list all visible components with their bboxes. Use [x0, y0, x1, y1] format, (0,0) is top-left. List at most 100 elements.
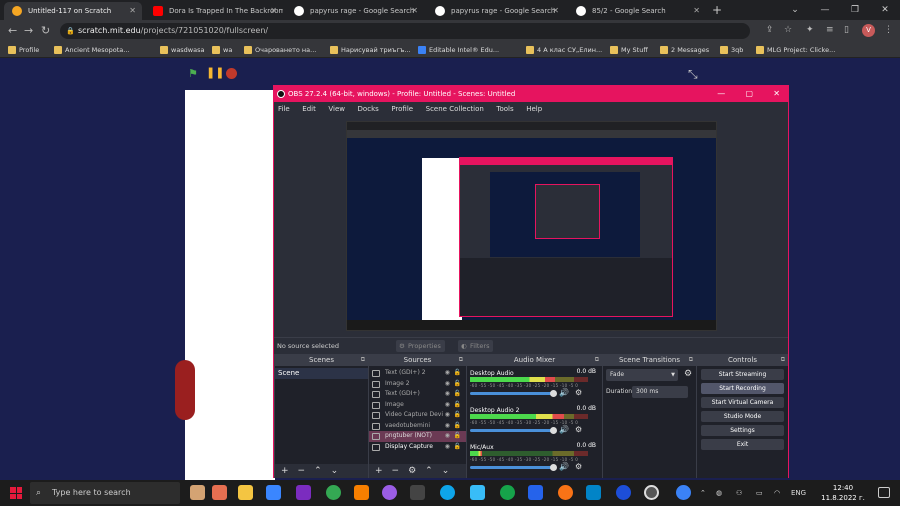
gear-icon[interactable]: ⚙: [575, 425, 582, 434]
undock-icon[interactable]: ⧉: [781, 354, 785, 366]
maximize-icon[interactable]: ▢: [746, 89, 754, 98]
exit-button[interactable]: Exit: [701, 439, 784, 450]
remove-icon[interactable]: −: [298, 466, 306, 476]
move-up-icon[interactable]: ⌃: [425, 466, 433, 476]
lock-icon[interactable]: 🔓: [454, 421, 461, 432]
pinned-app-icon[interactable]: [190, 485, 205, 500]
tab-scratch[interactable]: Untitled-117 on Scratch ✕: [4, 2, 142, 20]
volume-slider[interactable]: [470, 390, 557, 397]
wifi-icon[interactable]: ◠: [774, 480, 780, 506]
gear-icon[interactable]: ⚙: [684, 369, 692, 379]
bookmark-item[interactable]: MLG Project: Clicke...: [756, 42, 835, 58]
bookmark-item[interactable]: Нарисувай триъгъ...: [330, 42, 411, 58]
sidebar-icon[interactable]: ▯: [844, 25, 849, 35]
tray-app-icon[interactable]: ⚇: [736, 480, 742, 506]
pinned-app-icon[interactable]: [500, 485, 515, 500]
stop-icon[interactable]: [226, 68, 237, 79]
internet-explorer-icon[interactable]: [616, 485, 631, 500]
menu-icon[interactable]: ⋮: [884, 25, 893, 35]
address-bar[interactable]: 🔒 scratch.mit.edu/projects/721051020/full…: [60, 23, 750, 39]
menu-help[interactable]: Help: [526, 105, 542, 113]
reload-icon[interactable]: ↻: [41, 24, 50, 37]
eye-icon[interactable]: ◉: [445, 379, 450, 390]
minimize-icon[interactable]: —: [810, 0, 840, 20]
undock-icon[interactable]: ⧉: [595, 354, 599, 366]
start-recording-button[interactable]: Start Recording: [701, 383, 784, 394]
move-up-icon[interactable]: ⌃: [314, 466, 322, 476]
clock[interactable]: 12:40 11.8.2022 г.: [816, 483, 870, 503]
menu-view[interactable]: View: [328, 105, 345, 113]
pinned-app-icon[interactable]: [558, 485, 573, 500]
source-item[interactable]: Text (GDI+) 2 ◉ 🔓: [369, 368, 466, 379]
add-icon[interactable]: +: [281, 466, 289, 476]
close-icon[interactable]: ✕: [129, 2, 136, 20]
source-item[interactable]: Display Capture ◉ 🔓: [369, 442, 466, 453]
obs-preview[interactable]: [346, 121, 717, 331]
obs-taskbar-icon[interactable]: [644, 485, 659, 500]
windows-start-icon[interactable]: [10, 487, 22, 499]
lock-icon[interactable]: 🔓: [454, 400, 461, 411]
filters-button[interactable]: ◐ Filters: [458, 340, 494, 352]
pinned-app-icon[interactable]: [212, 485, 227, 500]
lock-icon[interactable]: 🔓: [454, 379, 461, 390]
bookmark-item[interactable]: Очароването на...: [244, 42, 316, 58]
add-icon[interactable]: +: [375, 466, 383, 476]
bookmark-item[interactable]: Ancient Mesopota...: [54, 42, 129, 58]
undock-icon[interactable]: ⧉: [361, 354, 365, 366]
star-icon[interactable]: ☆: [784, 25, 792, 35]
dropbox-icon[interactable]: [266, 485, 281, 500]
source-item[interactable]: Image ◉ 🔓: [369, 400, 466, 411]
bookmark-item[interactable]: Editable Intel® Edu...: [418, 42, 499, 58]
speaker-icon[interactable]: 🔊: [559, 388, 569, 397]
source-item[interactable]: pngtuber (NOT) ◉ 🔓: [369, 431, 466, 442]
edge-icon[interactable]: [440, 485, 455, 500]
menu-edit[interactable]: Edit: [302, 105, 316, 113]
language-indicator[interactable]: ENG: [791, 480, 806, 506]
eye-icon[interactable]: ◉: [445, 389, 450, 400]
battery-icon[interactable]: ▭: [756, 480, 763, 506]
eye-icon[interactable]: ◉: [445, 431, 450, 442]
volume-slider[interactable]: [470, 427, 557, 434]
bookmark-item[interactable]: Profile: [8, 42, 39, 58]
volume-slider[interactable]: [470, 464, 557, 471]
tab-85-2[interactable]: 85/2 - Google Search ✕: [568, 2, 706, 20]
file-explorer-icon[interactable]: [238, 485, 253, 500]
close-icon[interactable]: ✕: [773, 89, 780, 98]
pinned-app-icon[interactable]: [296, 485, 311, 500]
move-down-icon[interactable]: ⌄: [331, 466, 339, 476]
close-icon[interactable]: ✕: [411, 2, 418, 20]
scene-item[interactable]: Scene: [275, 368, 368, 379]
share-icon[interactable]: ⇪: [766, 25, 774, 35]
bookmark-item[interactable]: wa: [212, 42, 232, 58]
speaker-icon[interactable]: 🔊: [559, 462, 569, 471]
close-icon[interactable]: ✕: [270, 2, 277, 20]
properties-button[interactable]: ⚙ Properties: [396, 340, 445, 352]
settings-button[interactable]: Settings: [701, 425, 784, 436]
pinned-app-icon[interactable]: [410, 485, 425, 500]
minimize-icon[interactable]: —: [717, 89, 725, 98]
bookmark-item[interactable]: 2 Messages: [660, 42, 709, 58]
undock-icon[interactable]: ⧉: [459, 354, 463, 366]
lock-icon[interactable]: 🔓: [454, 389, 461, 400]
gear-icon[interactable]: ⚙: [408, 466, 416, 476]
slider-handle[interactable]: [550, 390, 557, 397]
mail-icon[interactable]: [586, 485, 601, 500]
bookmark-item[interactable]: 3qb: [720, 42, 743, 58]
source-item[interactable]: Video Capture Devi ◉ 🔓: [369, 410, 466, 421]
eye-icon[interactable]: ◉: [445, 410, 450, 421]
close-icon[interactable]: ✕: [693, 2, 700, 20]
lock-icon[interactable]: 🔓: [454, 431, 461, 442]
close-icon[interactable]: ✕: [552, 2, 559, 20]
scratch-stage[interactable]: [175, 90, 275, 482]
menu-docks[interactable]: Docks: [358, 105, 379, 113]
taskbar-search-input[interactable]: ⌕ Type here to search: [30, 482, 180, 504]
bookmark-item[interactable]: wasdwasa: [160, 42, 204, 58]
source-item[interactable]: vaedotubemini ◉ 🔓: [369, 421, 466, 432]
duration-input[interactable]: 300 ms: [632, 386, 688, 398]
speaker-icon[interactable]: 🔊: [559, 425, 569, 434]
pinned-app-icon[interactable]: [528, 485, 543, 500]
network-icon[interactable]: ◍: [716, 480, 722, 506]
menu-scene-collection[interactable]: Scene Collection: [426, 105, 484, 113]
source-item[interactable]: Image 2 ◉ 🔓: [369, 379, 466, 390]
studio-mode-button[interactable]: Studio Mode: [701, 411, 784, 422]
